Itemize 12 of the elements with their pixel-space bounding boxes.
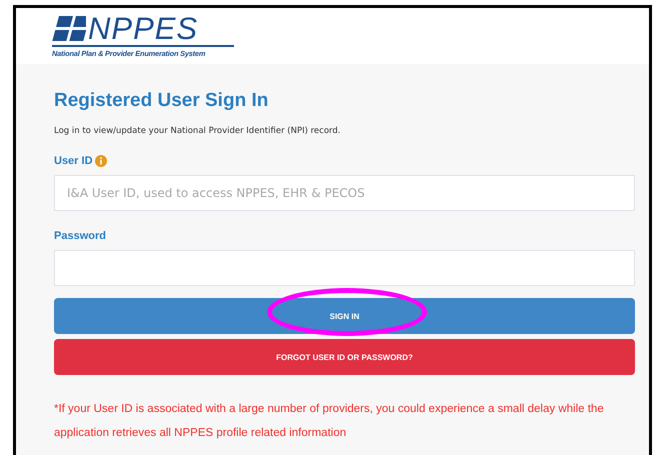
input-field[interactable] bbox=[54, 250, 635, 286]
logo-text: NPPES bbox=[88, 14, 198, 44]
sign-in-button[interactable]: SIGN IN bbox=[54, 298, 635, 334]
field-label: User ID bbox=[54, 155, 93, 167]
info-icon[interactable] bbox=[94, 155, 107, 167]
field-label: Password bbox=[54, 230, 106, 242]
logo-icon bbox=[52, 16, 86, 42]
page-title: Registered User Sign In bbox=[54, 90, 270, 112]
intro-text: Log in to view/update your National Provider Identifier (NPI) record. bbox=[54, 126, 342, 136]
warning-note: *If your User ID is associated with a large number of providers, you could experience a small delay while the application retrieves all NPPES profile related information bbox=[54, 402, 605, 441]
input-field[interactable]: I&A User ID, used to access NPPES, EHR & PECOS bbox=[54, 175, 635, 211]
forgot-button[interactable]: FORGOT USER ID OR PASSWORD? bbox=[54, 339, 635, 375]
